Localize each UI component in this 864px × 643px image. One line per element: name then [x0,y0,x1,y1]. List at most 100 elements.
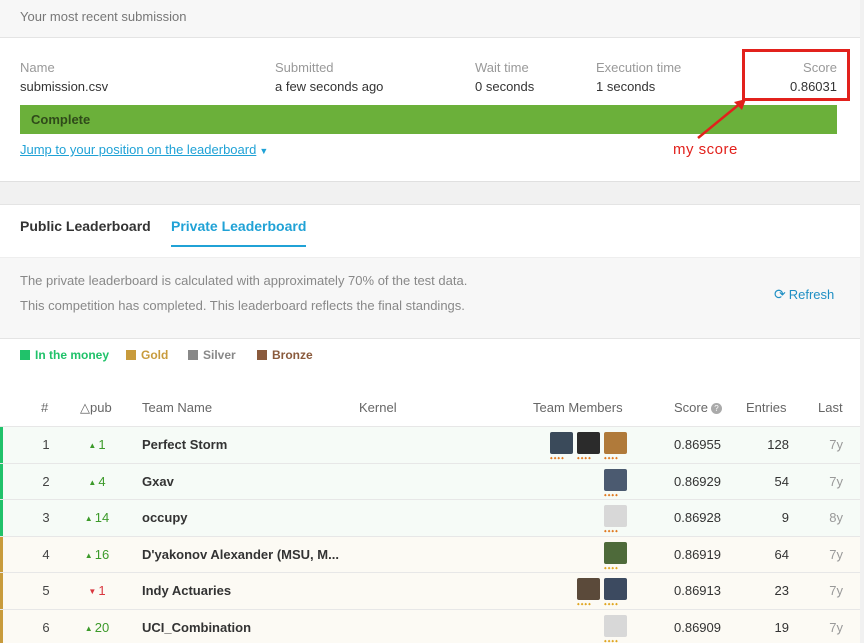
legend-label: Silver [203,348,236,362]
arrow-up-icon: ▲ [88,477,97,487]
table-row[interactable]: 2 ▲ 4 Gxav ◆◆◆◆ 0.86929 54 7y [0,462,860,500]
submitted-column: Submitted a few seconds ago [275,60,383,94]
refresh-label: Refresh [788,287,835,302]
col-score[interactable]: Score? [674,400,722,415]
entries-cell: 23 [774,583,789,599]
team-name-cell[interactable]: occupy [142,510,188,525]
annotation-label: my score [673,141,738,158]
tab-public-leaderboard[interactable]: Public Leaderboard [20,218,151,234]
delta-cell: ▲ 16 [80,547,114,562]
table-row[interactable]: 5 ▼ 1 Indy Actuaries ◆◆◆◆ ◆◆◆◆ 0.86913 23 7y [0,572,860,609]
member-avatar[interactable]: ◆◆◆◆ [604,505,627,533]
delta-value: 4 [98,473,106,489]
team-members-cell: ◆◆◆◆ ◆◆◆◆ ◆◆◆◆ [550,432,627,460]
table-row[interactable]: 6 ▲ 20 UCI_Combination ◆◆◆◆ 0.86909 19 7y [0,608,860,643]
name-column: Name submission.csv [20,60,108,94]
entries-cell: 64 [774,546,789,562]
team-name-cell[interactable]: UCI_Combination [142,620,251,635]
member-avatar[interactable]: ◆◆◆◆ [604,578,627,606]
team-name-cell[interactable]: Perfect Storm [142,437,227,452]
arrow-down-icon: ▼ [88,587,97,597]
member-avatar[interactable]: ◆◆◆◆ [577,578,600,606]
legend-swatch [188,350,198,360]
tier-dots: ◆◆◆◆ [550,456,565,460]
execution-column: Execution time 1 seconds [596,60,681,94]
submitted-value: a few seconds ago [275,79,384,94]
info-line-1: The private leaderboard is calculated wi… [20,273,468,288]
member-avatar[interactable]: ◆◆◆◆ [604,432,627,460]
tier-dots: ◆◆◆◆ [604,529,619,534]
caret-down-icon: ▼ [259,146,269,156]
status-text: Complete [31,112,91,127]
entries-cell: 54 [774,473,789,489]
arrow-up-icon: ▲ [88,441,97,450]
legend-swatch [126,350,136,360]
annotation-arrow-icon [697,99,746,139]
entries-cell: 9 [781,510,789,526]
delta-cell: ▲ 14 [80,510,114,525]
tier-dots: ◆◆◆◆ [604,456,619,460]
help-icon[interactable]: ? [710,403,722,414]
delta-cell: ▼ 1 [80,583,114,598]
section-title: Your most recent submission [20,9,187,24]
member-avatar[interactable]: ◆◆◆◆ [604,614,627,643]
delta-cell: ▲ 20 [80,620,114,635]
wait-label: Wait time [475,60,529,75]
delta-cell: ▲ 4 [80,474,114,489]
last-cell: 7y [829,437,843,452]
member-avatar[interactable]: ◆◆◆◆ [550,432,573,460]
col-score-label: Score [674,400,708,415]
tab-private-leaderboard[interactable]: Private Leaderboard [171,218,307,247]
legend-item-gold: Gold [126,348,168,362]
score-annotation-box [742,49,850,101]
col-delta-public[interactable]: △pub [80,400,112,416]
table-header: # △pub Team Name Kernel Team Members Sco… [0,395,860,425]
team-members-cell: ◆◆◆◆ [604,541,627,570]
last-cell: 7y [829,583,843,599]
jump-link-text: Jump to your position on the leaderboard [20,142,257,157]
wait-value: 0 seconds [475,79,535,94]
legend-item-silver: Silver [188,348,236,362]
jump-to-position-link[interactable]: Jump to your position on the leaderboard… [20,142,268,157]
team-members-cell: ◆◆◆◆ [604,468,627,497]
col-last[interactable]: Last [818,400,843,415]
tier-dots: ◆◆◆◆ [577,456,592,460]
leaderboard-info: The private leaderboard is calculated wi… [0,257,860,339]
delta-value: 14 [94,510,110,526]
team-name-cell[interactable]: D'yakonov Alexander (MSU, M... [142,547,339,562]
col-rank[interactable]: # [41,400,48,415]
arrow-up-icon: ▲ [84,514,93,524]
legend-item-in-the-money: In the money [20,348,109,362]
refresh-button[interactable]: ⟳ Refresh [774,286,834,303]
name-value: submission.csv [20,79,109,94]
score-cell: 0.86919 [674,546,721,562]
rank-cell: 5 [42,583,50,599]
legend-label: Gold [141,348,169,362]
team-name-cell[interactable]: Indy Actuaries [142,583,231,598]
submitted-label: Submitted [275,60,334,75]
legend-label: Bronze [272,348,313,362]
info-line-2: This competition has completed. This lea… [20,298,465,313]
score-cell: 0.86928 [674,510,721,526]
member-avatar[interactable]: ◆◆◆◆ [604,468,627,497]
member-avatar[interactable]: ◆◆◆◆ [577,432,600,460]
col-team-name[interactable]: Team Name [142,400,212,415]
legend-swatch [257,350,267,360]
table-row[interactable]: 4 ▲ 16 D'yakonov Alexander (MSU, M... ◆◆◆◆ 0.… [0,535,860,573]
wait-column: Wait time 0 seconds [475,60,534,94]
delta-value: 1 [98,437,106,452]
team-name-cell[interactable]: Gxav [142,474,174,489]
rank-cell: 4 [42,546,50,562]
delta-value: 1 [98,583,106,599]
member-avatar[interactable]: ◆◆◆◆ [604,541,627,570]
score-cell: 0.86913 [674,583,721,599]
rank-cell: 3 [42,510,50,526]
team-members-cell: ◆◆◆◆ [604,505,627,533]
table-row[interactable]: 1 ▲ 1 Perfect Storm ◆◆◆◆ ◆◆◆◆ ◆◆◆◆ 0.86955 128 7y [0,426,860,463]
tier-dots: ◆◆◆◆ [577,602,592,607]
tier-dots: ◆◆◆◆ [604,638,619,643]
table-row[interactable]: 3 ▲ 14 occupy ◆◆◆◆ 0.86928 9 8y [0,499,860,536]
col-entries[interactable]: Entries [746,400,786,415]
col-kernel: Kernel [359,400,397,415]
score-cell: 0.86929 [674,473,721,489]
